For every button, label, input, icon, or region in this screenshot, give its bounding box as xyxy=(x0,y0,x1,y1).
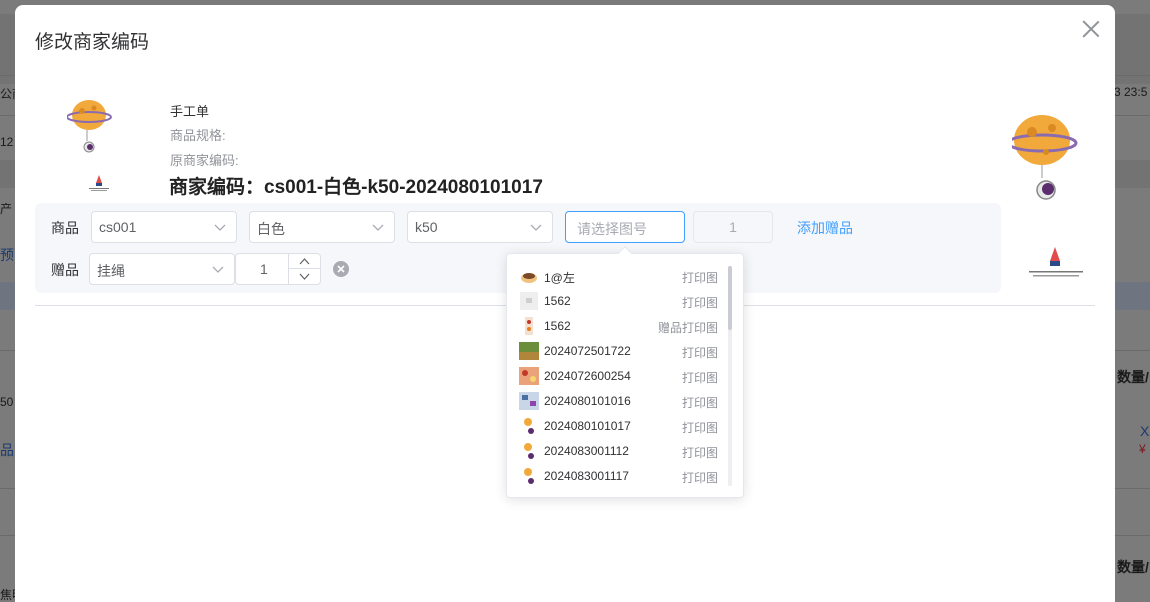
scrollbar-thumb[interactable] xyxy=(728,266,732,330)
chevron-down-icon xyxy=(299,273,310,280)
dropdown-option[interactable]: 2024080101016 打印图 xyxy=(507,389,729,414)
option-thumbnail xyxy=(524,418,534,434)
option-tag: 赠品打印图 xyxy=(657,321,718,335)
option-thumbnail xyxy=(525,317,533,335)
dropdown-option[interactable]: 2024083001117 打印图 xyxy=(507,464,729,489)
bg-link: 品 xyxy=(0,442,14,458)
option-thumbnail xyxy=(519,392,539,410)
goods-select-value: cs001 xyxy=(99,219,137,235)
dropdown-option[interactable]: 2024080101017 打印图 xyxy=(507,414,729,439)
color-select-value: 白色 xyxy=(257,221,285,237)
remove-gift-icon[interactable] xyxy=(333,261,349,277)
option-name: 2024083001117 xyxy=(544,469,629,483)
option-name: 2024080101017 xyxy=(544,419,631,433)
picture-quantity-value: 1 xyxy=(729,219,737,235)
bg-text: 50 xyxy=(0,395,14,409)
option-name: 2024072501722 xyxy=(544,344,631,358)
order-type-text: 手工单 xyxy=(170,104,210,119)
bg-price: ¥ xyxy=(1139,442,1146,456)
picture-number-placeholder: 请选择图号 xyxy=(577,221,647,237)
chevron-down-icon xyxy=(212,266,224,273)
chevron-down-icon xyxy=(214,224,226,231)
product-image xyxy=(67,100,112,153)
option-name: 1562 xyxy=(544,294,571,308)
option-tag: 打印图 xyxy=(681,396,718,410)
option-thumbnail xyxy=(519,367,539,385)
original-code-label: 原商家编码: xyxy=(170,153,239,168)
merchant-code-title: 商家编码：cs001-白色-k50-2024080101017 xyxy=(169,177,543,198)
color-select[interactable]: 白色 xyxy=(249,211,395,243)
add-gift-button[interactable]: 添加赠品 xyxy=(797,218,853,238)
option-tag: 打印图 xyxy=(681,421,718,435)
bg-link: 预 xyxy=(0,247,14,263)
dropdown-option[interactable]: 2024072600254 打印图 xyxy=(507,364,729,389)
chevron-up-icon xyxy=(299,258,310,265)
option-name: 1562 xyxy=(544,319,571,333)
option-thumbnail xyxy=(520,292,538,310)
option-tag: 打印图 xyxy=(681,471,718,485)
option-name: 1@左 xyxy=(544,271,575,285)
dropdown-option[interactable]: 1562 打印图 xyxy=(507,289,729,314)
picture-number-dropdown: 1@左 打印图 1562 打印图 1562 赠品打印图 202407250172… xyxy=(506,245,744,498)
close-circle-icon xyxy=(337,265,345,273)
option-name: 2024080101016 xyxy=(544,394,631,408)
option-thumbnail xyxy=(519,342,539,360)
stepper-buttons xyxy=(288,254,320,284)
gift-label: 赠品 xyxy=(51,262,79,278)
chevron-down-icon xyxy=(530,224,542,231)
option-name: 2024083001112 xyxy=(544,444,629,458)
size-select-value: k50 xyxy=(415,219,438,235)
product-spec-label: 商品规格: xyxy=(170,128,226,143)
gift-select-value: 挂绳 xyxy=(97,263,125,279)
increase-button[interactable] xyxy=(289,254,320,269)
gift-quantity-value: 1 xyxy=(260,261,268,277)
decrease-button[interactable] xyxy=(289,269,320,284)
dropdown-option[interactable]: 1562 赠品打印图 xyxy=(507,314,729,339)
option-tag: 打印图 xyxy=(681,346,718,360)
picture-number-select[interactable]: 请选择图号 xyxy=(565,211,685,243)
dropdown-option[interactable]: 2024083001112 打印图 xyxy=(507,439,729,464)
bg-text: 12 xyxy=(0,135,14,149)
dropdown-option[interactable]: 1@左 打印图 xyxy=(507,264,729,289)
dropdown-scrollbar[interactable] xyxy=(728,266,732,486)
option-thumbnail xyxy=(521,273,537,283)
bg-text: 数量/ xyxy=(1117,369,1149,385)
product-preview-image xyxy=(1012,115,1078,200)
option-tag: 打印图 xyxy=(681,271,718,285)
option-name: 2024072600254 xyxy=(544,369,631,383)
chevron-down-icon xyxy=(372,224,384,231)
bg-link: X xyxy=(1140,423,1150,439)
gift-quantity-stepper[interactable]: 1 xyxy=(235,253,321,285)
option-tag: 打印图 xyxy=(681,446,718,460)
picture-quantity-input: 1 xyxy=(693,211,773,243)
dialog-title: 修改商家编码 xyxy=(35,32,150,53)
goods-select[interactable]: cs001 xyxy=(91,211,237,243)
rocket-logo-image xyxy=(89,175,109,191)
bg-text: 产 xyxy=(0,202,13,216)
option-tag: 打印图 xyxy=(681,296,718,310)
goods-label: 商品 xyxy=(51,220,79,236)
rocket-logo-image xyxy=(1029,247,1083,277)
close-icon[interactable] xyxy=(1079,17,1103,41)
size-select[interactable]: k50 xyxy=(407,211,553,243)
option-thumbnail xyxy=(524,468,534,484)
bg-text: 数量/ xyxy=(1117,559,1149,575)
option-tag: 打印图 xyxy=(681,371,718,385)
dropdown-option[interactable]: 2024072501722 打印图 xyxy=(507,339,729,364)
gift-select[interactable]: 挂绳 xyxy=(89,253,235,285)
option-thumbnail xyxy=(524,443,534,459)
bg-text: 3 23:5 xyxy=(1114,85,1148,99)
